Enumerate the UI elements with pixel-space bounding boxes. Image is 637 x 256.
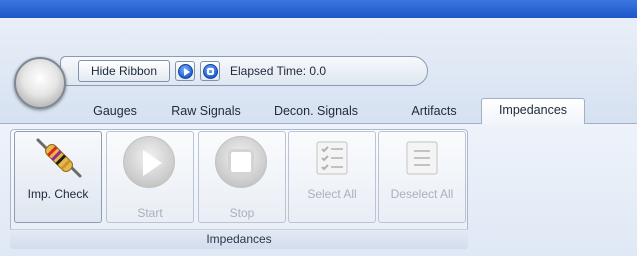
checklist-icon xyxy=(316,141,348,175)
stop-quick-button[interactable] xyxy=(200,61,220,81)
play-icon xyxy=(178,64,193,79)
tab-artifacts[interactable]: Artifacts xyxy=(400,100,468,124)
stop-button[interactable]: Stop xyxy=(198,131,286,223)
deselect-all-button[interactable]: Deselect All xyxy=(378,131,466,223)
imp-check-label: Imp. Check xyxy=(27,187,89,201)
tab-gauges[interactable]: Gauges xyxy=(80,100,150,124)
start-quick-button[interactable] xyxy=(175,61,195,81)
hide-ribbon-button[interactable]: Hide Ribbon xyxy=(78,60,170,82)
tab-decon-signals[interactable]: Decon. Signals xyxy=(262,100,370,124)
application-orb-button[interactable] xyxy=(14,57,66,109)
select-all-button[interactable]: Select All xyxy=(288,131,376,223)
start-label: Start xyxy=(137,206,163,220)
select-all-label: Select All xyxy=(307,187,357,201)
deselect-all-label: Deselect All xyxy=(390,187,454,201)
elapsed-time-value: 0.0 xyxy=(309,64,327,78)
elapsed-time-display: Elapsed Time: 0.0 xyxy=(230,62,326,80)
list-icon xyxy=(406,141,438,175)
tab-impedances[interactable]: Impedances xyxy=(481,98,585,124)
start-button[interactable]: Start xyxy=(106,131,194,223)
group-label: Impedances xyxy=(10,229,468,249)
stop-icon xyxy=(203,64,218,79)
stop-label: Stop xyxy=(229,206,255,220)
tab-raw-signals[interactable]: Raw Signals xyxy=(158,100,254,124)
play-icon xyxy=(123,136,175,188)
elapsed-time-label: Elapsed Time: xyxy=(230,64,307,78)
imp-check-button[interactable]: Imp. Check xyxy=(14,131,102,223)
stop-icon xyxy=(215,136,267,188)
resistor-icon xyxy=(36,138,82,178)
window-titlebar xyxy=(0,0,637,18)
